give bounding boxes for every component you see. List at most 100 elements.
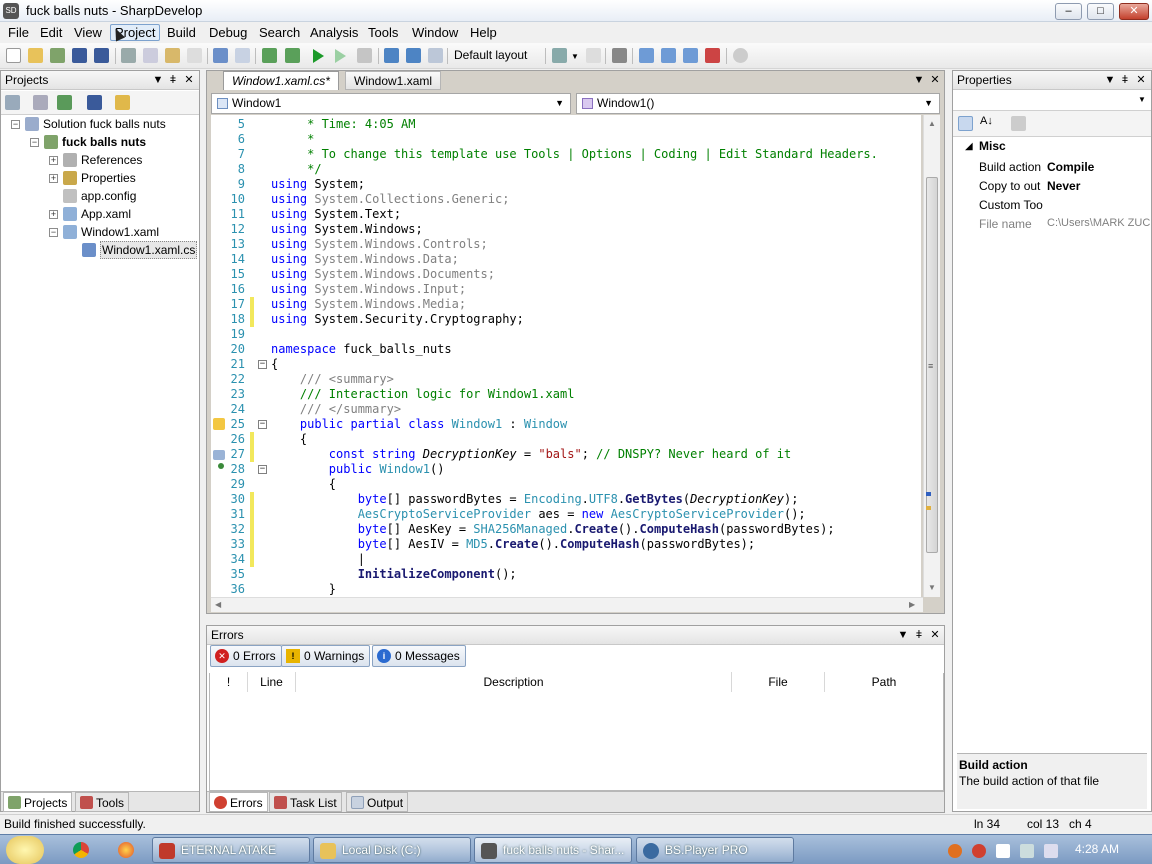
property-row[interactable]: Build action Compile [953,158,1151,177]
tab-output[interactable]: Output [346,792,409,812]
tab-task-list[interactable]: Task List [269,792,342,812]
column-header-severity[interactable]: ! [210,672,248,692]
copy-icon[interactable] [143,48,158,63]
save-icon[interactable] [72,48,87,63]
next-bookmark-icon[interactable] [683,48,698,63]
code-line[interactable]: 16 using System.Windows.Input; [211,282,921,297]
menu-file[interactable]: File [4,24,33,41]
panel-close-icon[interactable]: ✕ [183,73,195,88]
menu-analysis[interactable]: Analysis [306,24,362,41]
class-combo[interactable]: Window1 ▼ [211,93,571,114]
code-line[interactable]: 8 */ [211,162,921,177]
open-project-icon[interactable] [50,48,65,63]
code-line[interactable]: 31 AesCryptoServiceProvider aes = new Ae… [211,507,921,522]
code-line[interactable]: 36 } [211,582,921,597]
tree-item[interactable]: − Window1.xaml [1,223,199,241]
maximize-button[interactable]: □ [1087,3,1114,20]
collapse-icon[interactable]: − [49,228,58,237]
editor-menu-icon[interactable]: ▼ [913,73,925,88]
code-editor[interactable]: 5 * Time: 4:05 AM 6 * 7 * To change this t… [211,115,921,597]
panel-menu-icon[interactable]: ▼ [152,73,164,88]
taskbar-item-sharpdevelop[interactable]: fuck balls nuts - Shar... [474,837,632,863]
tree-item[interactable]: + Properties [1,169,199,187]
taskbar-item-local-disk[interactable]: Local Disk (C:) [313,837,471,863]
editor-vertical-scrollbar[interactable]: ▲ ≡ ▼ [923,115,940,597]
taskbar-item-bsplayer[interactable]: BS.Player PRO [636,837,794,863]
comment-icon[interactable] [586,48,601,63]
categorized-icon[interactable] [958,116,973,131]
fold-collapse-icon[interactable]: − [258,360,267,369]
menu-debug[interactable]: Debug [205,24,251,41]
open-folder-icon[interactable] [28,48,43,63]
tab-window1-xaml[interactable]: Window1.xaml [345,71,442,90]
column-header-description[interactable]: Description [296,672,732,692]
tray-search-icon[interactable] [948,844,962,858]
code-line[interactable]: 30 byte[] passwordBytes = Encoding.UTF8.… [211,492,921,507]
code-line[interactable]: 11 using System.Text; [211,207,921,222]
code-line[interactable]: 17 using System.Windows.Media; [211,297,921,312]
redo-icon[interactable] [235,48,250,63]
bookmark-marker-icon[interactable] [213,418,225,430]
tree-item[interactable]: − Solution fuck balls nuts [1,115,199,133]
code-line[interactable]: 13 using System.Windows.Controls; [211,237,921,252]
fold-collapse-icon[interactable]: − [258,420,267,429]
code-line[interactable]: 26 { [211,432,921,447]
pin-icon[interactable]: ǂ [1119,73,1131,88]
collapse-icon[interactable]: − [11,120,20,129]
tree-item[interactable]: + References [1,151,199,169]
prev-bookmark-icon[interactable] [661,48,676,63]
code-line[interactable]: 29 { [211,477,921,492]
tray-app-icon[interactable] [972,844,986,858]
format-icon[interactable] [552,48,567,63]
collapse-icon[interactable]: − [30,138,39,147]
code-action-icon[interactable] [213,450,225,460]
cut-icon[interactable] [121,48,136,63]
scroll-left-icon[interactable]: ◀ [215,600,221,609]
errors-filter-button[interactable]: ✕ 0 Errors [210,645,282,667]
code-line[interactable]: 10 using System.Collections.Generic; [211,192,921,207]
tree-item[interactable]: + App.xaml [1,205,199,223]
code-line[interactable]: 23 /// Interaction logic for Window1.xam… [211,387,921,402]
expand-icon[interactable]: + [49,210,58,219]
open-folder-icon[interactable] [115,95,130,110]
menu-tools[interactable]: Tools [364,24,402,41]
undo-icon[interactable] [213,48,228,63]
layout-dropdown[interactable]: Default layout ▼ [450,46,542,80]
clock[interactable]: 4:28 AM [1075,842,1119,856]
panel-menu-icon[interactable]: ▼ [1104,73,1116,88]
minimize-button[interactable]: – [1055,3,1082,20]
property-row[interactable]: Custom Too [953,196,1151,215]
indent-icon[interactable] [612,48,627,63]
show-all-files-icon[interactable] [33,95,48,110]
collapse-category-icon[interactable]: ◢ [965,141,973,152]
property-row[interactable]: File name C:\Users\MARK ZUC [953,215,1151,234]
scroll-down-icon[interactable]: ▼ [928,583,936,592]
build-project-icon[interactable] [285,48,300,63]
code-line[interactable]: 24 /// </summary> [211,402,921,417]
code-line[interactable]: 9 using System; [211,177,921,192]
code-line[interactable]: 12 using System.Windows; [211,222,921,237]
expand-icon[interactable]: + [49,156,58,165]
code-line[interactable]: 7 * To change this template use Tools | … [211,147,921,162]
warnings-filter-button[interactable]: ! 0 Warnings [281,645,371,667]
code-line[interactable]: 25− public partial class Window1 : Windo… [211,417,921,432]
code-line[interactable]: 19 [211,327,921,342]
code-line[interactable]: 35 InitializeComponent(); [211,567,921,582]
property-row[interactable]: Copy to out Never [953,177,1151,196]
property-value[interactable]: Never [1047,179,1151,193]
code-line[interactable]: 15 using System.Windows.Documents; [211,267,921,282]
code-line[interactable]: 20 namespace fuck_balls_nuts [211,342,921,357]
find-icon[interactable] [733,48,748,63]
fold-collapse-icon[interactable]: − [258,465,267,474]
panel-menu-icon[interactable]: ▼ [897,628,909,643]
property-pages-icon[interactable] [1011,116,1026,131]
save-all-icon[interactable] [94,48,109,63]
sharpdevelop-app-icon[interactable]: SD [3,3,19,19]
editor-close-icon[interactable]: ✕ [929,73,941,88]
new-file-icon[interactable] [6,48,21,63]
step-over-icon[interactable] [384,48,399,63]
tree-item[interactable]: app.config [1,187,199,205]
messages-filter-button[interactable]: i 0 Messages [372,645,466,667]
menu-view[interactable]: View [70,24,106,41]
tab-tools[interactable]: Tools [75,792,130,812]
